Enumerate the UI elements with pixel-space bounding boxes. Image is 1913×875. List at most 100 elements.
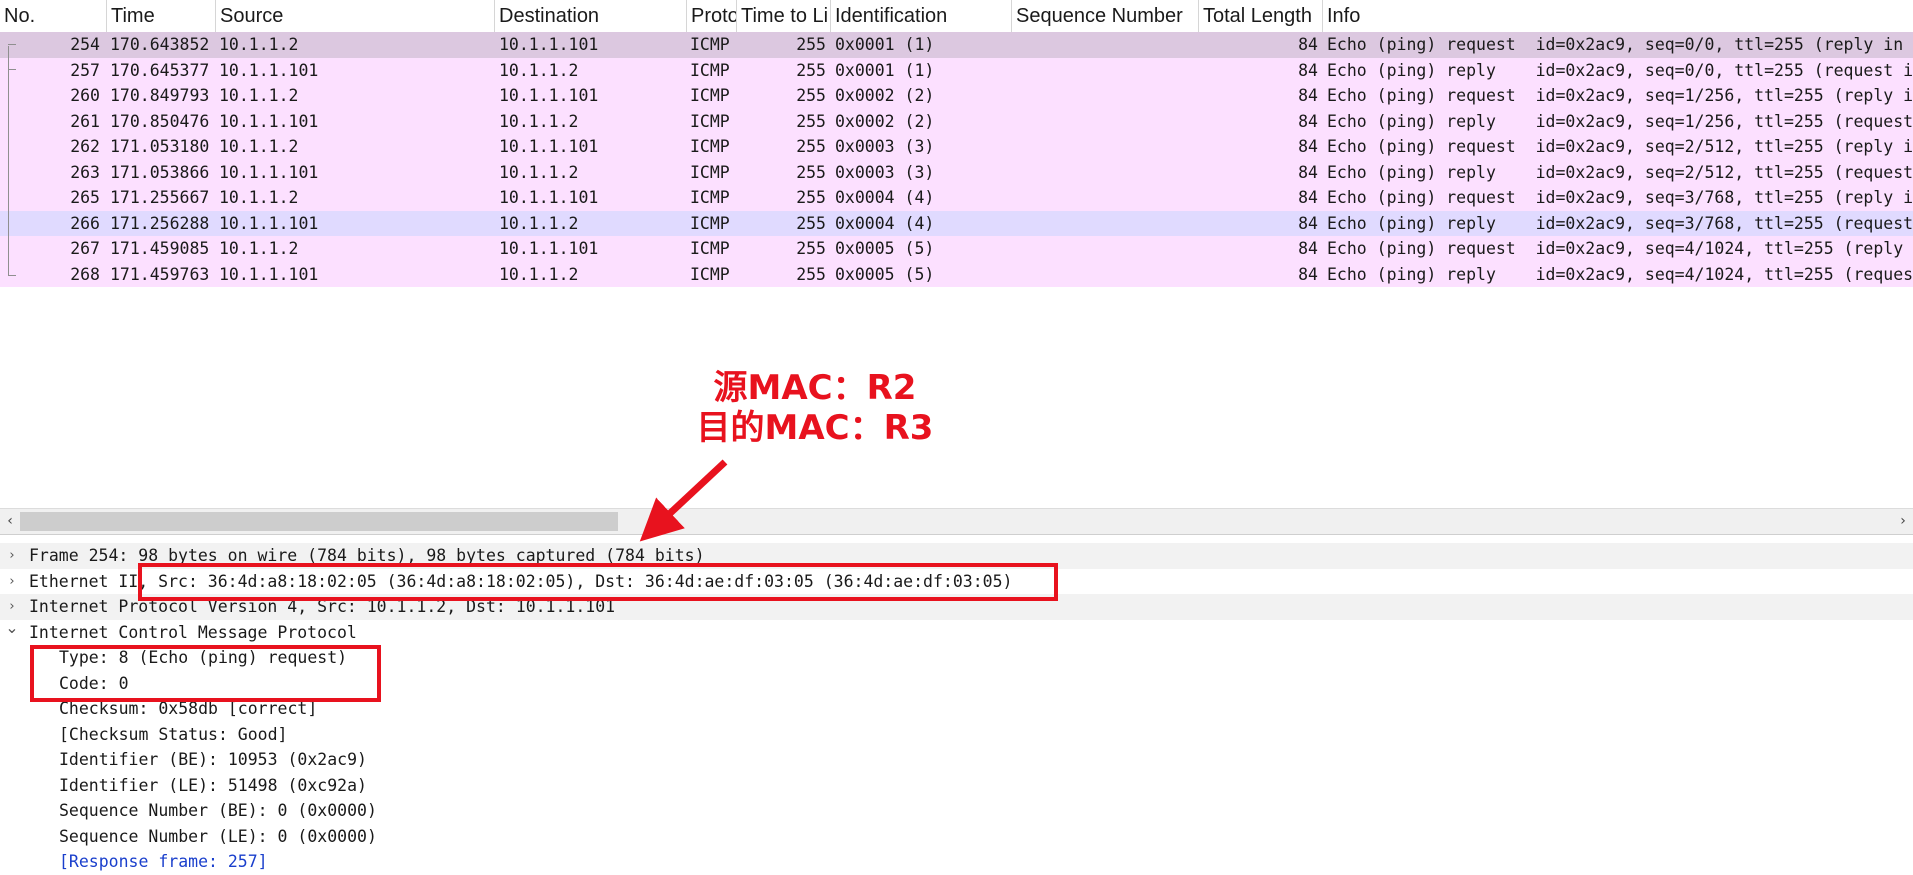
packet-info: Echo (ping) reply id=0x2ac9, seq=2/512, … bbox=[1327, 162, 1913, 182]
packet-row[interactable]: 263 171.053866 10.1.1.101 10.1.1.2 ICMP 255 0x… bbox=[0, 159, 1913, 186]
column-header-protocol[interactable]: Proto bbox=[687, 0, 737, 32]
packet-info: Echo (ping) request id=0x2ac9, seq=0/0, … bbox=[1327, 35, 1913, 54]
packet-source: 10.1.1.101 bbox=[219, 60, 319, 80]
packet-source: 10.1.1.101 bbox=[219, 264, 319, 284]
column-header-time[interactable]: Time bbox=[107, 0, 216, 32]
packet-destination: 10.1.1.101 bbox=[499, 35, 599, 54]
packet-length: 84 bbox=[1298, 111, 1318, 131]
packet-identification: 0x0001 (1) bbox=[835, 35, 935, 54]
packet-sequence-number bbox=[1015, 109, 1195, 135]
packet-sequence-number bbox=[1015, 134, 1195, 160]
packet-info: Echo (ping) request id=0x2ac9, seq=1/256… bbox=[1327, 86, 1913, 105]
column-header-no[interactable]: No. bbox=[0, 0, 107, 32]
packet-length: 84 bbox=[1298, 86, 1318, 105]
packet-ttl: 255 bbox=[796, 86, 826, 105]
packet-protocol: ICMP bbox=[690, 111, 730, 131]
packet-list: 254 170.643852 10.1.1.2 10.1.1.101 ICMP 255 0x… bbox=[0, 32, 1913, 287]
chevron-left-icon[interactable]: ‹ bbox=[0, 509, 20, 534]
packet-time: 171.459085 bbox=[110, 239, 210, 258]
annotation-text: 源MAC：R2 目的MAC：R3 bbox=[680, 368, 950, 448]
packet-source: 10.1.1.101 bbox=[219, 111, 319, 131]
column-header-destination[interactable]: Destination bbox=[495, 0, 687, 32]
packet-sequence-number bbox=[1015, 32, 1195, 58]
packet-protocol: ICMP bbox=[690, 35, 730, 54]
packet-time: 170.849793 bbox=[110, 86, 210, 105]
column-header-identification[interactable]: Identification bbox=[831, 0, 1012, 32]
packet-sequence-number bbox=[1015, 160, 1195, 186]
packet-row[interactable]: 257 170.645377 10.1.1.101 10.1.1.2 ICMP 255 0x… bbox=[0, 57, 1913, 84]
packet-no: 262 bbox=[70, 137, 100, 156]
packet-row[interactable]: 267 171.459085 10.1.1.2 10.1.1.101 ICMP 255 0x… bbox=[0, 236, 1913, 262]
packet-source: 10.1.1.2 bbox=[219, 86, 299, 105]
packet-time: 171.255667 bbox=[110, 188, 210, 207]
column-header-ttl[interactable]: Time to Li bbox=[737, 0, 831, 32]
packet-length: 84 bbox=[1298, 239, 1318, 258]
packet-info: Echo (ping) reply id=0x2ac9, seq=4/1024,… bbox=[1327, 264, 1913, 284]
column-header-sequence-number[interactable]: Sequence Number bbox=[1012, 0, 1199, 32]
detail-field[interactable]: Identifier (BE): 10953 (0x2ac9) bbox=[0, 747, 1913, 773]
packet-length: 84 bbox=[1298, 188, 1318, 207]
detail-text: Identifier (LE): 51498 (0xc92a) bbox=[59, 775, 367, 795]
packet-row[interactable]: 254 170.643852 10.1.1.2 10.1.1.101 ICMP 255 0x… bbox=[0, 32, 1913, 58]
packet-ttl: 255 bbox=[796, 188, 826, 207]
chevron-right-icon[interactable]: › bbox=[4, 543, 20, 569]
detail-section[interactable]: ⌄ Internet Control Message Protocol bbox=[0, 618, 1913, 645]
packet-protocol: ICMP bbox=[690, 239, 730, 258]
detail-text: [Checksum Status: Good] bbox=[59, 724, 288, 744]
packet-length: 84 bbox=[1298, 162, 1318, 182]
packet-info: Echo (ping) reply id=0x2ac9, seq=0/0, tt… bbox=[1327, 60, 1913, 80]
packet-protocol: ICMP bbox=[690, 213, 730, 233]
chevron-right-icon[interactable]: › bbox=[1893, 509, 1913, 534]
packet-sequence-number bbox=[1015, 236, 1195, 262]
packet-no: 257 bbox=[70, 60, 100, 80]
packet-destination: 10.1.1.2 bbox=[499, 111, 579, 131]
packet-ttl: 255 bbox=[796, 111, 826, 131]
packet-source: 10.1.1.2 bbox=[219, 137, 299, 156]
response-frame-link[interactable]: [Response frame: 257] bbox=[59, 849, 268, 875]
packet-row[interactable]: 268 171.459763 10.1.1.101 10.1.1.2 ICMP 255 0x… bbox=[0, 261, 1913, 287]
packet-destination: 10.1.1.101 bbox=[499, 188, 599, 207]
packet-protocol: ICMP bbox=[690, 162, 730, 182]
packet-time: 171.053866 bbox=[110, 162, 210, 182]
packet-identification: 0x0002 (2) bbox=[835, 111, 935, 131]
related-packet-tick bbox=[8, 275, 16, 276]
column-header-source[interactable]: Source bbox=[216, 0, 495, 32]
packet-no: 265 bbox=[70, 188, 100, 207]
packet-source: 10.1.1.2 bbox=[219, 188, 299, 207]
chevron-right-icon[interactable]: › bbox=[4, 569, 20, 595]
packet-identification: 0x0002 (2) bbox=[835, 86, 935, 105]
detail-field[interactable]: Sequence Number (LE): 0 (0x0000) bbox=[0, 824, 1913, 850]
scrollbar-thumb[interactable] bbox=[20, 512, 618, 531]
packet-list-header: No. Time Source Destination Proto Time t… bbox=[0, 0, 1913, 33]
detail-field[interactable]: [Response frame: 257] bbox=[0, 849, 1913, 875]
annotation-line-dst-mac: 目的MAC：R3 bbox=[696, 408, 934, 448]
detail-field[interactable]: [Checksum Status: Good] bbox=[0, 722, 1913, 748]
packet-time: 171.459763 bbox=[110, 264, 210, 284]
detail-text: Sequence Number (BE): 0 (0x0000) bbox=[59, 801, 377, 820]
column-header-total-length[interactable]: Total Length bbox=[1199, 0, 1323, 32]
detail-text: Sequence Number (LE): 0 (0x0000) bbox=[59, 826, 377, 846]
packet-row[interactable]: 261 170.850476 10.1.1.101 10.1.1.2 ICMP 255 0x… bbox=[0, 108, 1913, 135]
detail-field[interactable]: Identifier (LE): 51498 (0xc92a) bbox=[0, 773, 1913, 799]
packet-row[interactable]: 260 170.849793 10.1.1.2 10.1.1.101 ICMP 255 0x… bbox=[0, 83, 1913, 109]
packet-identification: 0x0003 (3) bbox=[835, 137, 935, 156]
packet-list-scrollbar[interactable]: ‹ › bbox=[0, 508, 1913, 535]
packet-no: 254 bbox=[70, 35, 100, 54]
packet-row[interactable]: 266 171.256288 10.1.1.101 10.1.1.2 ICMP 255 0x… bbox=[0, 210, 1913, 236]
packet-time: 170.645377 bbox=[110, 60, 210, 80]
packet-source: 10.1.1.101 bbox=[219, 213, 319, 233]
annotation-box-icmp-type bbox=[30, 645, 381, 702]
detail-field[interactable]: Sequence Number (BE): 0 (0x0000) bbox=[0, 798, 1913, 824]
packet-info: Echo (ping) request id=0x2ac9, seq=3/768… bbox=[1327, 188, 1913, 207]
packet-sequence-number bbox=[1015, 58, 1195, 84]
chevron-down-icon[interactable]: ⌄ bbox=[4, 615, 20, 641]
column-header-info[interactable]: Info bbox=[1323, 0, 1913, 32]
packet-source: 10.1.1.2 bbox=[219, 239, 299, 258]
annotation-line-src-mac: 源MAC：R2 bbox=[713, 368, 917, 408]
packet-length: 84 bbox=[1298, 137, 1318, 156]
packet-row[interactable]: 265 171.255667 10.1.1.2 10.1.1.101 ICMP 255 0x… bbox=[0, 185, 1913, 211]
packet-ttl: 255 bbox=[796, 264, 826, 284]
packet-destination: 10.1.1.2 bbox=[499, 60, 579, 80]
packet-protocol: ICMP bbox=[690, 137, 730, 156]
packet-row[interactable]: 262 171.053180 10.1.1.2 10.1.1.101 ICMP 255 0x… bbox=[0, 134, 1913, 160]
